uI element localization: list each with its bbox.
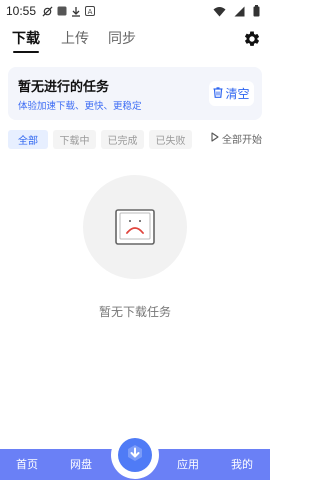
top-tabs: 下载 上传 同步 [0, 28, 270, 54]
play-icon [211, 132, 219, 145]
sync-off-icon [42, 5, 53, 17]
app-square-icon [57, 6, 67, 16]
empty-state-text: 暂无下载任务 [98, 305, 171, 319]
status-bar: 10:55 A [0, 0, 270, 22]
download-icon [71, 6, 81, 17]
tab-sync[interactable]: 同步 [108, 28, 136, 48]
start-all-label: 全部开始 [222, 135, 262, 146]
nav-me[interactable]: 我的 [222, 449, 262, 480]
banner-subtitle[interactable]: 体验加速下载、更快、更稳定 [18, 98, 142, 112]
status-time: 10:55 [6, 4, 37, 18]
nav-home[interactable]: 首页 [7, 449, 47, 480]
filter-downloading[interactable]: 下载中 [53, 130, 96, 149]
download-arrow-icon [126, 444, 144, 466]
trash-icon [213, 86, 223, 101]
center-download-button[interactable] [118, 438, 152, 472]
filter-all[interactable]: 全部 [8, 130, 48, 149]
task-banner: 暂无进行的任务 体验加速下载、更快、更稳定 清空 [8, 67, 262, 120]
tab-download[interactable]: 下载 [12, 28, 40, 53]
wifi-icon [213, 6, 226, 17]
gear-icon[interactable] [243, 30, 261, 48]
filter-completed[interactable]: 已完成 [101, 130, 144, 149]
nav-apps[interactable]: 应用 [168, 449, 208, 480]
start-all-button[interactable]: 全部开始 [211, 131, 262, 146]
signal-icon [234, 6, 245, 17]
battery-icon [253, 5, 260, 17]
filter-bar: 全部 下载中 已完成 已失败 全部开始 [8, 130, 262, 150]
nav-cloud-drive[interactable]: 网盘 [61, 449, 101, 480]
filter-failed[interactable]: 已失败 [149, 130, 192, 149]
notification-a-icon: A [85, 6, 96, 16]
svg-text:A: A [88, 8, 93, 16]
clear-button[interactable]: 清空 [209, 81, 254, 106]
tab-upload[interactable]: 上传 [61, 28, 89, 48]
sad-box-icon [115, 209, 155, 249]
banner-title: 暂无进行的任务 [18, 80, 110, 95]
clear-label: 清空 [225, 87, 250, 101]
